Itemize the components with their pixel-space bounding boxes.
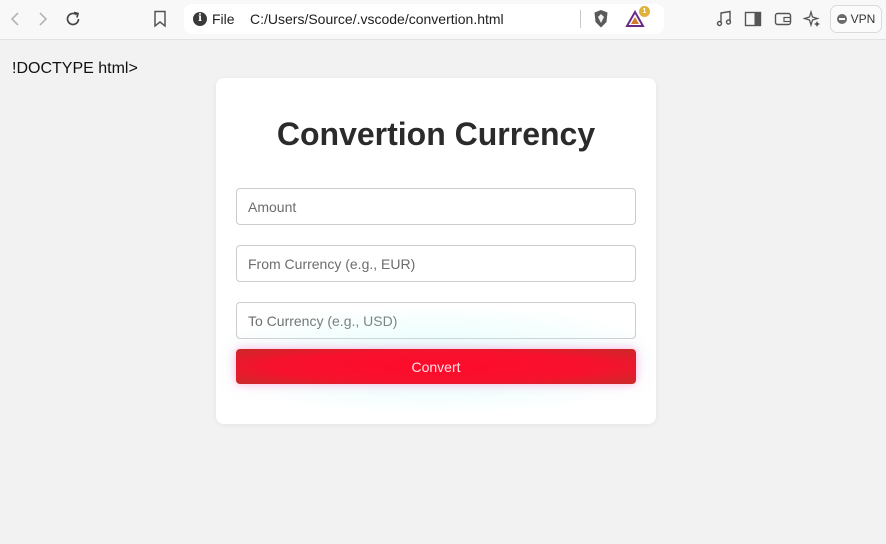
info-icon[interactable]: i <box>193 12 207 26</box>
page-title: Convertion Currency <box>276 116 596 152</box>
browser-toolbar: i File C:/Users/Source/.vscode/convertio… <box>0 0 886 40</box>
amount-input[interactable] <box>236 188 636 225</box>
converter-card: Convertion Currency Convert <box>216 78 656 424</box>
leo-ai-icon[interactable] <box>801 8 823 30</box>
rewards-badge: 1 <box>639 6 650 17</box>
vpn-status-icon <box>836 14 847 24</box>
address-bar[interactable]: i File C:/Users/Source/.vscode/convertio… <box>184 4 664 34</box>
url-scheme-label: File <box>212 11 235 27</box>
from-currency-input[interactable] <box>236 245 636 282</box>
back-icon[interactable] <box>4 8 26 30</box>
url-text[interactable]: C:/Users/Source/.vscode/convertion.html <box>250 11 504 27</box>
vpn-button[interactable]: VPN <box>830 5 882 33</box>
to-currency-input[interactable] <box>236 302 636 339</box>
convert-button[interactable]: Convert <box>236 349 636 384</box>
vpn-label: VPN <box>850 12 876 26</box>
bookmark-icon[interactable] <box>149 8 171 30</box>
media-icon[interactable] <box>713 8 735 30</box>
sidebar-icon[interactable] <box>742 8 764 30</box>
forward-icon[interactable] <box>32 8 54 30</box>
stray-doctype-text: !DOCTYPE html> <box>12 60 138 77</box>
url-divider <box>580 10 581 28</box>
brave-shield-icon[interactable] <box>590 8 612 30</box>
wallet-icon[interactable] <box>772 8 794 30</box>
reload-icon[interactable] <box>62 8 84 30</box>
